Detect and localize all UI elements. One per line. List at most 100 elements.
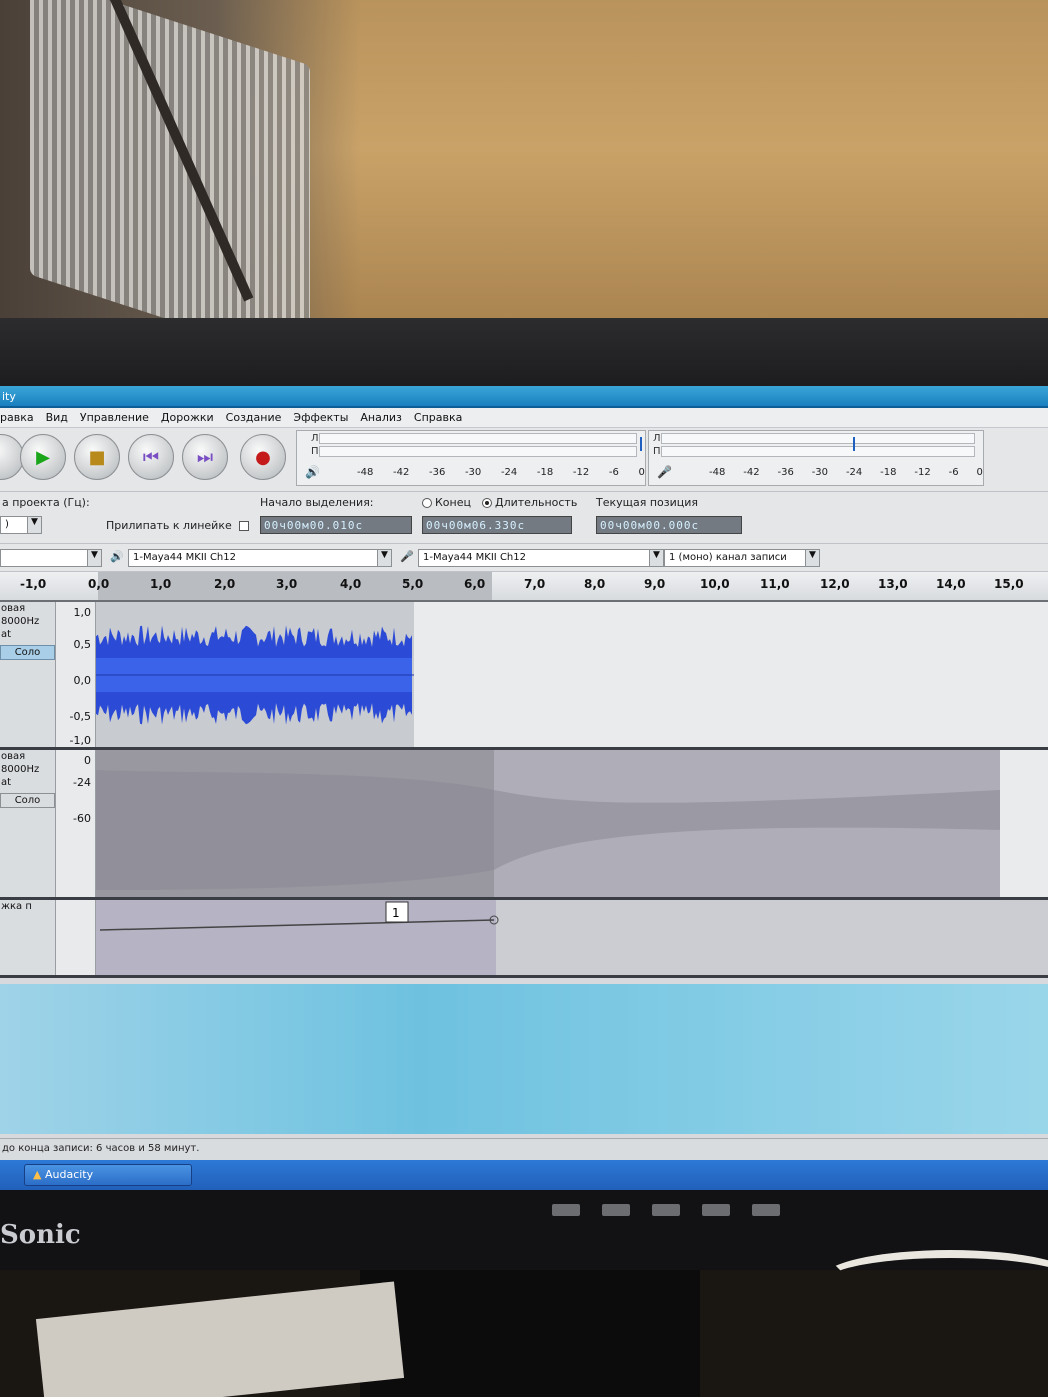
play-button[interactable]: ▶: [20, 434, 66, 480]
monitor-button[interactable]: [602, 1204, 630, 1216]
monitor-screen: ity равка Вид Управление Дорожки Создани…: [0, 386, 1048, 1196]
ruler-tick: 8,0: [584, 577, 606, 591]
desk-cable: [820, 1250, 1048, 1310]
scale-label: -0,5: [69, 710, 91, 723]
monitor-button[interactable]: [552, 1204, 580, 1216]
ruler-tick: 1,0: [150, 577, 172, 591]
stop-button[interactable]: ■: [74, 434, 120, 480]
meter-tick: -12: [572, 467, 590, 478]
project-rate-select[interactable]: ) ▼: [0, 516, 42, 534]
meter-tick: -42: [392, 467, 410, 478]
microphone-icon: 🎤: [657, 465, 672, 479]
playback-meter[interactable]: Л П 🔊 -48 -42 -36 -30 -24 -18 -12 -6 0: [296, 430, 646, 486]
audio-track-waveform: овая 8000Hz at Соло 1,0 0,5 0,0 -0,5 -1,…: [0, 602, 1048, 750]
meter-tick: -48: [709, 467, 726, 478]
desk-paper: [35, 1281, 405, 1397]
chevron-down-icon: ▼: [805, 550, 819, 566]
menu-bar: равка Вид Управление Дорожки Создание Эф…: [0, 408, 1048, 428]
skip-start-button[interactable]: ⏮: [128, 434, 174, 480]
monitor-button[interactable]: [752, 1204, 780, 1216]
ruler-tick: 5,0: [402, 577, 424, 591]
meter-tick: -30: [464, 467, 482, 478]
meter-peak-marker: [640, 437, 642, 451]
selection-length-time[interactable]: 00ч00м06.330с: [422, 516, 572, 534]
menu-view[interactable]: Вид: [46, 411, 68, 427]
track-name[interactable]: жка п: [0, 900, 55, 913]
ruler-tick: 14,0: [936, 577, 966, 591]
recording-meter[interactable]: Л П 🎤 -48 -42 -36 -30 -24 -18 -12 -6 0: [648, 430, 984, 486]
audacity-app-icon: ▲: [33, 1168, 45, 1181]
record-button[interactable]: ●: [240, 434, 286, 480]
taskbar-audacity-button[interactable]: ▲ Audacity: [24, 1164, 192, 1186]
meter-tick: -24: [500, 467, 518, 478]
host-select[interactable]: ▼: [0, 549, 102, 567]
chevron-down-icon: ▼: [87, 550, 101, 566]
menu-effects[interactable]: Эффекты: [293, 411, 348, 427]
recording-device-select[interactable]: 1-Maya44 MKII Ch12 ▼: [418, 549, 664, 567]
window-title: ity: [2, 390, 16, 403]
microphone-icon: 🎤: [400, 550, 414, 563]
solo-button[interactable]: Соло: [0, 645, 55, 660]
window-titlebar[interactable]: ity: [0, 386, 1048, 408]
snap-to-checkbox[interactable]: [236, 519, 249, 532]
empty-track-area[interactable]: [0, 984, 1048, 1134]
label-lane[interactable]: 1: [96, 900, 1048, 975]
skip-end-button[interactable]: ⏭: [182, 434, 228, 480]
play-icon: ▶: [36, 446, 50, 468]
channels-select[interactable]: 1 (моно) канал записи ▼: [664, 549, 820, 567]
meter-tick: -12: [914, 467, 931, 478]
track-name[interactable]: овая: [0, 602, 55, 615]
menu-transport[interactable]: Управление: [80, 411, 149, 427]
monitor-bezel-top: [0, 318, 1048, 390]
chevron-down-icon: ▼: [649, 550, 663, 566]
speaker-icon: 🔊: [305, 465, 320, 479]
track-format: at: [1, 777, 12, 788]
waveform-clip: [96, 602, 414, 747]
meter-ticks: -48 -42 -36 -30 -24 -18 -12 -6 0: [709, 467, 983, 478]
meter-peak-marker: [853, 437, 855, 451]
spectrogram-lane[interactable]: [96, 750, 1048, 897]
track-rate: 8000Hz: [1, 616, 40, 627]
scale-label: 0,0: [73, 674, 92, 687]
end-radio[interactable]: Конец: [422, 496, 471, 509]
menu-analyze[interactable]: Анализ: [360, 411, 402, 427]
project-rate-label: а проекта (Гц):: [2, 496, 90, 509]
menu-generate[interactable]: Создание: [226, 411, 282, 427]
monitor-button[interactable]: [702, 1204, 730, 1216]
ruler-tick: 7,0: [524, 577, 546, 591]
meter-left-label: Л: [311, 433, 319, 444]
scale-label: 1,0: [73, 606, 92, 619]
meter-tick: 0: [976, 467, 983, 478]
audio-position-time[interactable]: 00ч00м00.000с: [596, 516, 742, 534]
menu-help[interactable]: Справка: [414, 411, 462, 427]
monitor-button[interactable]: [652, 1204, 680, 1216]
meter-ticks: -48 -42 -36 -30 -24 -18 -12 -6 0: [357, 467, 645, 478]
waveform-lane[interactable]: [96, 602, 1048, 747]
meter-right-label: П: [653, 446, 661, 457]
monitor-brand-logo: Sonic: [0, 1220, 81, 1250]
record-icon: ●: [255, 446, 271, 468]
track-control-panel[interactable]: овая 8000Hz at Соло: [0, 750, 56, 897]
selection-start-label: Начало выделения:: [260, 496, 374, 509]
timeline-ruler[interactable]: -1,0 0,0 1,0 2,0 3,0 4,0 5,0 6,0 7,0 8,0…: [0, 572, 1048, 602]
label-region: 1: [96, 900, 499, 975]
track-name[interactable]: овая: [0, 750, 55, 763]
end-radio-label: Конец: [435, 496, 471, 509]
menu-tracks[interactable]: Дорожки: [161, 411, 214, 427]
track-control-panel[interactable]: овая 8000Hz at Соло: [0, 602, 56, 747]
audio-track-spectrogram: овая 8000Hz at Соло 0 -24 -60: [0, 750, 1048, 900]
menu-edit[interactable]: равка: [0, 411, 34, 427]
track-control-panel[interactable]: жка п: [0, 900, 56, 975]
playback-device-select[interactable]: 1-Maya44 MKII Ch12 ▼: [128, 549, 392, 567]
selection-toolbar: а проекта (Гц): ) ▼ Прилипать к линейке Н…: [0, 492, 1048, 544]
status-bar: до конца записи: 6 часов и 58 минут.: [0, 1138, 1048, 1160]
selection-start-time[interactable]: 00ч00м00.010с: [260, 516, 412, 534]
length-radio[interactable]: Длительность: [482, 496, 577, 509]
ruler-tick: 15,0: [994, 577, 1024, 591]
track-format: at: [1, 629, 12, 640]
scale-label: 0: [84, 754, 91, 767]
ruler-tick: 0,0: [88, 577, 110, 591]
ruler-tick: 3,0: [276, 577, 298, 591]
solo-button[interactable]: Соло: [0, 793, 55, 808]
device-toolbar: ▼ 🔊 1-Maya44 MKII Ch12 ▼ 🎤 1-Maya44 MKII …: [0, 544, 1048, 572]
